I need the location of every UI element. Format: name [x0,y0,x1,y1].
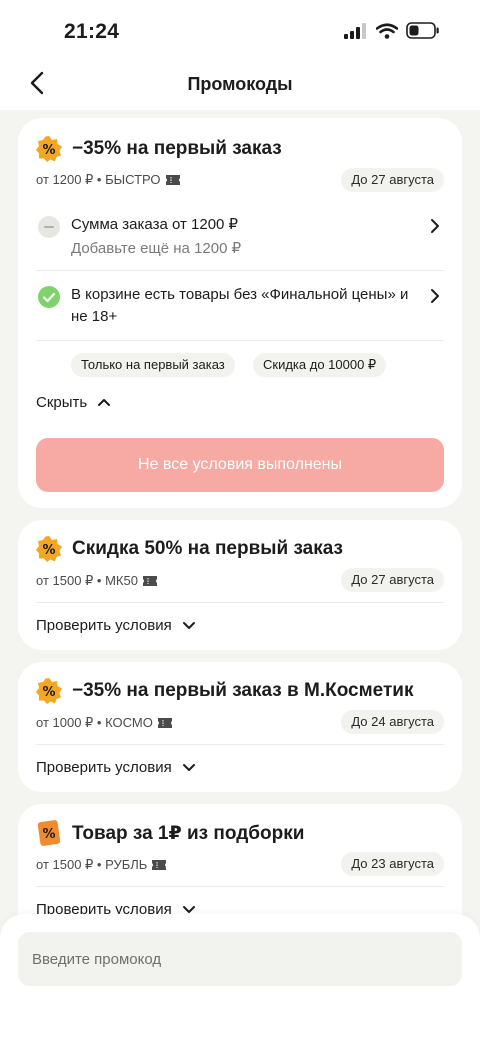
promo-title: Товар за 1₽ из подборки [72,822,305,844]
promo-expiry-badge: До 27 августа [341,568,444,592]
status-time: 21:24 [64,20,120,43]
svg-text:%: % [42,543,55,558]
condition-met-icon [38,286,60,308]
promo-title: −35% на первый заказ в М.Косметик [72,680,414,701]
condition-title: Сумма заказа от 1200 ₽ [71,216,239,233]
promo-title: −35% на первый заказ [72,138,282,159]
divider [36,340,444,341]
promo-code-input[interactable] [18,932,462,986]
cellular-signal-icon [344,22,366,39]
promo-meta-text: от 1200 ₽ • БЫСТРО [36,172,161,187]
svg-text:%: % [42,685,55,700]
chevron-right-icon [431,219,439,233]
check-conditions-button[interactable]: Проверить условия [36,759,196,776]
promo-title-row: % −35% на первый заказ в М.Косметик [36,678,444,704]
top-bar: 21:24 Промокоды [0,0,480,110]
apply-promo-button[interactable]: Не все условия выполнены [36,438,444,492]
promo-meta-text: от 1500 ₽ • РУБЛЬ [36,857,148,872]
divider [36,270,444,271]
page-title: Промокоды [187,74,293,94]
chevron-up-icon [98,399,111,406]
status-bar: 21:24 [0,0,480,60]
divider [36,602,444,603]
status-icons [344,22,440,39]
battery-icon [406,22,439,39]
promo-meta-text: от 1000 ₽ • КОСМО [36,715,153,730]
ticket-icon [152,860,167,870]
divider [36,744,444,745]
condition-text: В корзине есть товары без «Финальной цен… [71,284,414,328]
chevron-down-icon [182,764,195,771]
promo-title-row: % Товар за 1₽ из подборки [36,820,444,846]
promo-meta: от 1500 ₽ • МК50 [36,573,157,589]
chevron-down-icon [182,906,195,913]
promo-title-row: % Скидка 50% на первый заказ [36,536,444,562]
percent-ticket-icon: % [37,820,61,846]
promo-title: Скидка 50% на первый заказ [72,538,343,559]
promo-expiry-badge: До 24 августа [341,710,444,734]
svg-text:%: % [42,143,55,158]
percent-badge-icon: % [36,678,62,704]
chevron-right-icon [431,289,439,303]
toggle-label: Проверить условия [36,759,172,776]
chevron-down-icon [182,622,195,629]
promo-meta: от 1000 ₽ • КОСМО [36,715,172,731]
toggle-label: Проверить условия [36,617,172,634]
promo-meta: от 1500 ₽ • РУБЛЬ [36,857,167,873]
condition-unmet-icon [38,216,60,238]
hide-conditions-button[interactable]: Скрыть [36,394,111,411]
ticket-icon [165,175,180,185]
promo-tag: Только на первый заказ [71,353,235,377]
condition-title: В корзине есть товары без «Финальной цен… [71,286,409,325]
promo-card: % −35% на первый заказ в М.Косметик от 1… [18,662,462,792]
divider [36,886,444,887]
check-conditions-button[interactable]: Проверить условия [36,617,196,634]
navigation-bar: Промокоды [0,60,480,110]
promo-input-sheet [0,914,480,1041]
svg-text:%: % [42,827,55,842]
condition-item[interactable]: Сумма заказа от 1200 ₽ Добавьте ещё на 1… [36,214,444,264]
condition-item[interactable]: В корзине есть товары без «Финальной цен… [36,284,444,334]
percent-badge-icon: % [36,536,62,562]
condition-subtitle: Добавьте ещё на 1200 ₽ [71,240,242,257]
ticket-icon [157,718,172,728]
promo-expiry-badge: До 27 августа [341,168,444,192]
wifi-icon [376,22,398,39]
condition-text: Сумма заказа от 1200 ₽ Добавьте ещё на 1… [71,214,414,260]
promo-meta-text: от 1500 ₽ • МК50 [36,573,138,588]
promo-card: % Скидка 50% на первый заказ от 1500 ₽ •… [18,520,462,650]
percent-badge-icon: % [36,136,62,162]
promo-tag: Скидка до 10000 ₽ [253,353,387,377]
ticket-icon [142,576,157,586]
promo-card: % −35% на первый заказ от 1200 ₽ • БЫСТР… [18,118,462,508]
promo-title-row: % −35% на первый заказ [36,136,444,162]
promo-meta: от 1200 ₽ • БЫСТРО [36,172,180,188]
toggle-label: Скрыть [36,394,88,411]
promo-expiry-badge: До 23 августа [341,852,444,876]
